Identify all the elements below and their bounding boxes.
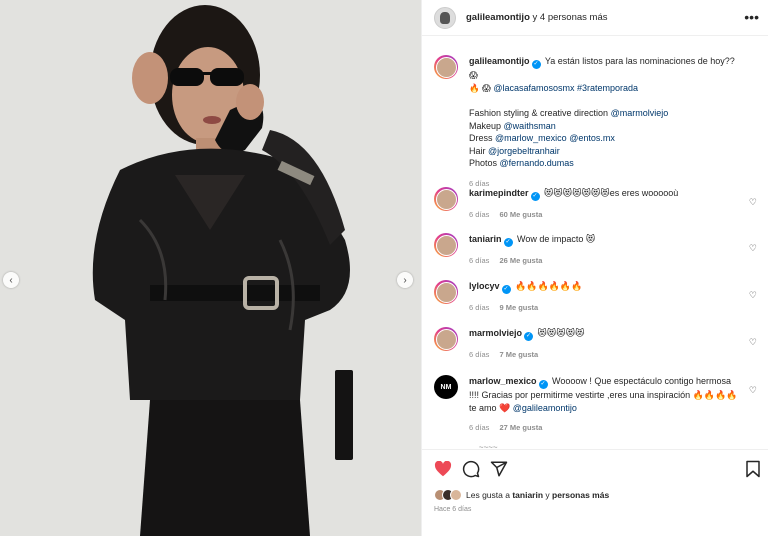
comment: karimepindter ✓ 😻😻😻😻😻😻😻es eres woooooù 6 … xyxy=(434,187,759,222)
verified-badge-icon: ✓ xyxy=(530,192,540,201)
credit-handle[interactable]: @marmolviejo xyxy=(611,108,669,118)
credit-label: Makeup xyxy=(469,120,502,131)
author-avatar[interactable] xyxy=(434,6,456,29)
comment-like-icon[interactable]: ♡ xyxy=(749,337,757,348)
comment-time: 6 días xyxy=(469,256,490,265)
comments-scroll[interactable]: galileamontijo ✓ Ya están listos para las… xyxy=(422,37,768,449)
caption-emoji: 😱 xyxy=(469,70,478,80)
verified-badge-icon: ✓ xyxy=(524,332,534,341)
credit-handle[interactable]: @entos.mx xyxy=(569,133,615,143)
comment-avatar[interactable] xyxy=(434,233,458,257)
credit-handle[interactable]: @jorgebeltranhair xyxy=(488,146,560,156)
comment-icon[interactable] xyxy=(460,458,482,480)
credits-list: Fashion styling & creative direction @ma… xyxy=(469,107,741,170)
comment-likes[interactable]: 26 Me gusta xyxy=(499,256,542,265)
comment-username[interactable]: lylocyv xyxy=(469,281,500,291)
comment-likes[interactable]: 27 Me gusta xyxy=(499,423,542,432)
comment: marmolviejo ✓ 😻😻😻😻😻 6 días 7 Me gusta ♡ xyxy=(434,327,759,362)
comment-text: 🔥🔥🔥🔥🔥🔥 xyxy=(515,281,583,291)
comment-avatar[interactable] xyxy=(434,327,458,351)
caption-avatar[interactable] xyxy=(434,55,458,79)
likes-prefix: Les gusta a xyxy=(466,490,510,500)
caption-username[interactable]: galileamontijo xyxy=(469,56,530,66)
carousel-prev-button[interactable]: ‹ xyxy=(3,272,19,288)
like-icon[interactable] xyxy=(432,458,454,480)
header-username[interactable]: galileamontijo xyxy=(466,12,530,23)
credit-handle[interactable]: @fernando.dumas xyxy=(500,158,574,168)
comment-username[interactable]: taniarin xyxy=(469,234,502,244)
comment-time: 6 días xyxy=(469,210,490,219)
verified-badge-icon: ✓ xyxy=(538,380,548,389)
verified-badge-icon: ✓ xyxy=(501,285,511,294)
bookmark-icon[interactable] xyxy=(742,458,764,480)
likes-text: Les gusta a taniarin y personas más xyxy=(466,490,609,500)
comment-likes[interactable]: 9 Me gusta xyxy=(499,303,538,312)
caption: galileamontijo ✓ Ya están listos para las… xyxy=(434,55,759,190)
share-icon[interactable] xyxy=(488,458,510,480)
comment-text: 😻😻😻😻😻 xyxy=(537,328,585,338)
post-authors: galileamontijo y 4 personas más xyxy=(466,12,608,23)
credit-line: Dress @marlow_mexico @entos.mx xyxy=(469,132,741,145)
credit-line: Fashion styling & creative direction @ma… xyxy=(469,107,741,120)
liker-avatar xyxy=(450,489,462,501)
post-side-panel: galileamontijo y 4 personas más ••• gali… xyxy=(421,0,768,536)
comment-username[interactable]: marmolviejo xyxy=(469,328,522,338)
comment-text: 😻😻😻😻😻😻😻es eres woooooù xyxy=(544,188,679,198)
comment-username[interactable]: karimepindter xyxy=(469,188,529,198)
credit-handle[interactable]: @waithsman xyxy=(504,121,556,131)
comment-like-icon[interactable]: ♡ xyxy=(749,290,757,301)
likes-rest[interactable]: personas más xyxy=(552,490,609,500)
photo-illustration xyxy=(0,0,421,536)
credit-line: Makeup @waithsman xyxy=(469,120,741,133)
caption-tag[interactable]: @lacasafamososmx xyxy=(493,83,574,93)
comment-like-icon[interactable]: ♡ xyxy=(749,197,757,208)
credit-label: Dress xyxy=(469,133,493,143)
header-others[interactable]: y 4 personas más xyxy=(533,12,608,23)
comment-avatar[interactable] xyxy=(434,187,458,211)
likes-middle: y xyxy=(545,490,550,500)
comment-avatar[interactable]: NM xyxy=(434,375,458,399)
verified-badge-icon: ✓ xyxy=(531,60,541,69)
credit-label: Fashion styling & creative direction xyxy=(469,108,609,118)
comment-time: 6 días xyxy=(469,303,490,312)
verified-badge-icon: ✓ xyxy=(503,238,513,247)
comment: taniarin ✓ Wow de impacto 😻 6 días 26 Me g… xyxy=(434,233,759,268)
more-options-icon[interactable]: ••• xyxy=(744,9,759,25)
comment-time: 6 días xyxy=(469,350,490,359)
caption-text: Ya están listos para las nominaciones de… xyxy=(544,56,735,66)
comment: NM marlow_mexico ✓ Woooow ! Que espectácu… xyxy=(434,375,759,435)
comment-text: Wow de impacto 😻 xyxy=(517,234,596,244)
credit-handle[interactable]: @marlow_mexico xyxy=(495,133,567,143)
comment-likes[interactable]: 7 Me gusta xyxy=(499,350,538,359)
comment-mention[interactable]: @galileamontijo xyxy=(513,403,577,413)
avatar-monogram: NM xyxy=(434,375,458,399)
credit-line: Photos @fernando.dumas xyxy=(469,157,741,170)
comment: lylocyv ✓ 🔥🔥🔥🔥🔥🔥 6 días 9 Me gusta ♡ xyxy=(434,280,759,315)
credit-label: Photos xyxy=(469,158,498,168)
post-header: galileamontijo y 4 personas más ••• xyxy=(422,0,768,36)
carousel-next-button[interactable]: › xyxy=(397,272,413,288)
caption-emoji-2: 🔥 😱 xyxy=(469,82,491,93)
post-actions: Les gusta a taniarin y personas más Hace… xyxy=(422,449,768,536)
post-photo: ‹ › xyxy=(0,0,421,536)
comment-username[interactable]: marlow_mexico xyxy=(469,376,537,386)
posted-time: Hace 6 días xyxy=(434,506,472,513)
credit-label: Hair xyxy=(469,145,486,156)
comment-like-icon[interactable]: ♡ xyxy=(749,243,757,254)
comment-like-icon[interactable]: ♡ xyxy=(749,385,757,396)
credit-line: Hair @jorgebeltranhair xyxy=(469,145,741,158)
likes-summary[interactable]: Les gusta a taniarin y personas más xyxy=(434,489,609,501)
comment-avatar[interactable] xyxy=(434,280,458,304)
comment-time: 6 días xyxy=(469,423,490,432)
likes-user[interactable]: taniarin xyxy=(512,490,543,500)
caption-hashtag[interactable]: #3ratemporada xyxy=(577,83,638,93)
comment-likes[interactable]: 60 Me gusta xyxy=(499,210,542,219)
